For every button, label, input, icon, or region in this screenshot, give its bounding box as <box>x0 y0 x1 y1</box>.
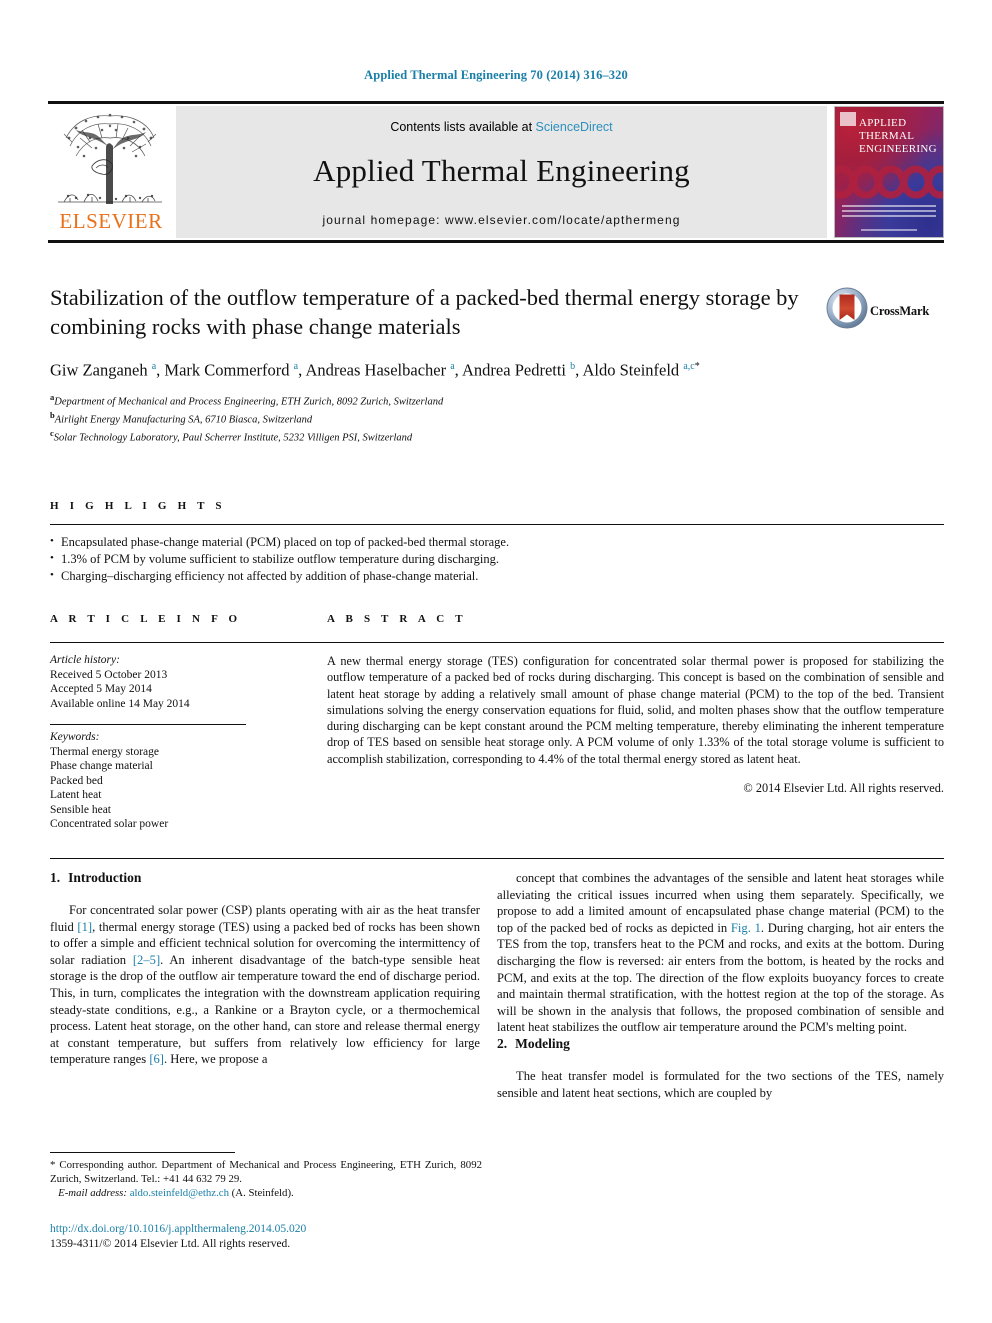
highlight-item: 1.3% of PCM by volume sufficient to stab… <box>50 550 944 568</box>
journal-masthead: ELSEVIER Contents lists available at Sci… <box>48 101 944 243</box>
keyword-item: Latent heat <box>50 789 102 801</box>
sciencedirect-link[interactable]: ScienceDirect <box>536 120 613 134</box>
keyword-item: Packed bed <box>50 774 103 787</box>
cover-footer-line <box>861 229 917 231</box>
journal-cover-thumbnail: APPLIED THERMAL ENGINEERING <box>834 106 944 238</box>
body-column-left: 1. Introduction For concentrated solar po… <box>50 870 480 1068</box>
section-number: 2. <box>497 1035 508 1051</box>
body-column-right: concept that combines the advantages of … <box>497 870 944 1101</box>
paragraph-modeling: The heat transfer model is formulated fo… <box>497 1068 944 1100</box>
keyword-item: Thermal energy storage <box>50 745 159 758</box>
paragraph-introduction-cont: concept that combines the advantages of … <box>497 871 944 1035</box>
issn-copyright: 1359-4311/© 2014 Elsevier Ltd. All right… <box>50 1238 291 1250</box>
article-info-column: Article history: Received 5 October 2013… <box>50 653 250 832</box>
elsevier-tree-icon <box>58 113 162 204</box>
section-heading-modeling: 2. Modeling <box>497 1036 944 1052</box>
corresponding-author-note: * Corresponding author. Department of Me… <box>50 1159 482 1185</box>
abstract-text: A new thermal energy storage (TES) confi… <box>327 654 944 766</box>
email-owner: (A. Steinfeld). <box>231 1187 294 1199</box>
journal-band: Contents lists available at ScienceDirec… <box>176 106 827 238</box>
affiliation-item: bAirlight Energy Manufacturing SA, 6710 … <box>50 409 820 427</box>
title-block: Stabilization of the outflow temperature… <box>50 283 820 445</box>
keyword-item: Concentrated solar power <box>50 818 169 830</box>
journal-title: Applied Thermal Engineering <box>313 153 690 188</box>
cover-rings-graphic <box>835 165 943 199</box>
crossmark-badge[interactable]: CrossMark <box>826 287 944 339</box>
section-number: 1. <box>50 870 61 885</box>
keyword-item: Sensible heat <box>50 803 111 816</box>
history-label: Article history: <box>50 654 120 666</box>
affiliation-item: aDepartment of Mechanical and Process En… <box>50 391 820 409</box>
affiliation-text: Airlight Energy Manufacturing SA, 6710 B… <box>54 414 313 425</box>
abstract-column: A new thermal energy storage (TES) confi… <box>327 653 944 796</box>
abstract-copyright: © 2014 Elsevier Ltd. All rights reserved… <box>743 781 944 796</box>
doi-block: http://dx.doi.org/10.1016/j.applthermale… <box>50 1222 482 1252</box>
paper-page: Applied Thermal Engineering 70 (2014) 31… <box>0 0 992 1323</box>
contents-prefix: Contents lists available at <box>390 120 536 134</box>
crossmark-icon <box>826 287 868 329</box>
highlights-section: H I G H L I G H T S Encapsulated phase-c… <box>50 500 944 585</box>
crossmark-label: CrossMark <box>870 304 930 318</box>
cover-editor-lines <box>842 205 936 223</box>
keywords-label: Keywords: <box>50 731 100 743</box>
keywords-divider <box>50 724 246 725</box>
paragraph-introduction: For concentrated solar power (CSP) plant… <box>50 903 480 1067</box>
history-item: Available online 14 May 2014 <box>50 697 190 710</box>
footnote-divider <box>50 1152 235 1153</box>
elsevier-wordmark: ELSEVIER <box>59 209 163 233</box>
author-list: Giw Zanganeh a, Mark Commerford a, Andre… <box>50 360 700 380</box>
affiliation-list: aDepartment of Mechanical and Process En… <box>50 391 820 445</box>
abstract-heading: A B S T R A C T <box>327 613 467 625</box>
email-link[interactable]: aldo.steinfeld@ethz.ch <box>130 1187 229 1199</box>
section-title: Modeling <box>515 1035 570 1051</box>
footnote-block: * Corresponding author. Department of Me… <box>50 1158 482 1200</box>
highlight-item: Charging–discharging efficiency not affe… <box>50 567 944 585</box>
cover-elsevier-mark-icon <box>840 112 856 126</box>
section-heading-introduction: 1. Introduction <box>50 870 480 886</box>
section-title: Introduction <box>68 870 142 885</box>
affiliation-text: Department of Mechanical and Process Eng… <box>54 396 444 407</box>
email-line: E-mail address: aldo.steinfeld@ethz.ch (… <box>50 1186 482 1200</box>
history-item: Received 5 October 2013 <box>50 668 168 681</box>
contents-line: Contents lists available at ScienceDirec… <box>176 120 827 134</box>
email-label: E-mail address: <box>58 1187 127 1199</box>
body-divider <box>50 858 944 859</box>
running-head: Applied Thermal Engineering 70 (2014) 31… <box>364 68 628 82</box>
history-item: Accepted 5 May 2014 <box>50 683 152 695</box>
keyword-item: Phase change material <box>50 760 153 772</box>
info-abstract-divider <box>50 642 944 643</box>
affiliation-text: Solar Technology Laboratory, Paul Scherr… <box>53 432 413 443</box>
page-title: Stabilization of the outflow temperature… <box>50 285 799 339</box>
elsevier-logo: ELSEVIER <box>50 106 170 238</box>
affiliation-item: cSolar Technology Laboratory, Paul Scher… <box>50 427 820 445</box>
journal-homepage[interactable]: journal homepage: www.elsevier.com/locat… <box>176 213 827 227</box>
highlights-list: Encapsulated phase-change material (PCM)… <box>50 525 944 585</box>
cover-title: APPLIED THERMAL ENGINEERING <box>859 117 937 155</box>
info-abstract-section: A R T I C L E I N F O A B S T R A C T Ar… <box>50 613 944 830</box>
article-info-heading: A R T I C L E I N F O <box>50 613 242 625</box>
highlight-item: Encapsulated phase-change material (PCM)… <box>50 533 944 551</box>
highlights-heading: H I G H L I G H T S <box>50 500 226 512</box>
doi-link[interactable]: http://dx.doi.org/10.1016/j.applthermale… <box>50 1222 482 1237</box>
